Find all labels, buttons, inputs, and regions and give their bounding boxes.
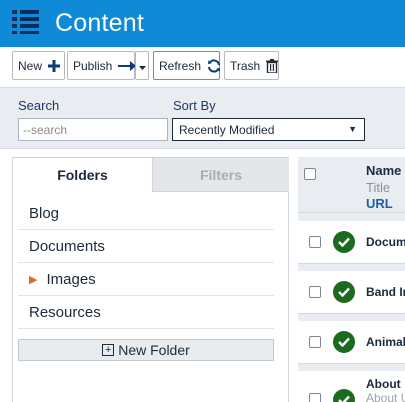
plus-icon: [48, 59, 61, 72]
row-subtitle: About U: [366, 391, 405, 402]
trash-button[interactable]: Trash: [224, 51, 279, 80]
search-input[interactable]: [18, 118, 168, 141]
refresh-label: Refresh: [159, 58, 202, 73]
table-row[interactable]: Docum: [298, 221, 405, 264]
published-check-icon: [333, 331, 355, 353]
filter-bar: Search Sort By Recently Modified ▼: [0, 87, 405, 149]
publish-button[interactable]: Publish: [67, 51, 137, 80]
publish-dropdown-button[interactable]: [135, 51, 149, 80]
column-header-url[interactable]: URL: [366, 196, 393, 211]
content-table: Name Title URL Docum Band In Animal Abou…: [298, 157, 405, 402]
plus-square-icon: +: [102, 344, 115, 356]
folder-item-blog[interactable]: Blog: [18, 198, 274, 230]
sort-label: Sort By: [173, 98, 216, 113]
row-title[interactable]: Animal: [366, 335, 405, 349]
list-menu-icon[interactable]: [12, 10, 39, 34]
folders-panel: Folders Filters Blog Documents ▶ Images …: [12, 157, 289, 402]
folder-label: Documents: [29, 238, 105, 255]
folder-item-images[interactable]: ▶ Images: [18, 264, 274, 296]
toolbar: New Publish Refresh Trash: [0, 47, 405, 87]
trash-icon: [266, 58, 279, 73]
published-check-icon: [333, 281, 355, 303]
tab-folders[interactable]: Folders: [13, 158, 152, 192]
new-button[interactable]: New: [12, 51, 65, 80]
published-check-icon: [333, 389, 355, 402]
caret-down-icon: ▼: [348, 124, 357, 134]
row-title[interactable]: Docum: [366, 235, 405, 249]
sort-select[interactable]: Recently Modified ▼: [172, 118, 365, 141]
folder-item-resources[interactable]: Resources: [18, 297, 274, 329]
refresh-icon: [207, 58, 221, 73]
refresh-button[interactable]: Refresh: [153, 51, 221, 80]
select-all-checkbox[interactable]: [304, 168, 316, 180]
sort-value: Recently Modified: [179, 123, 275, 137]
published-check-icon: [333, 231, 355, 253]
publish-label: Publish: [73, 58, 113, 73]
row-title[interactable]: About: [366, 377, 401, 391]
table-row[interactable]: Band In: [298, 271, 405, 314]
table-header: Name Title URL: [298, 157, 405, 213]
row-checkbox[interactable]: [309, 236, 321, 248]
column-header-title[interactable]: Title: [366, 180, 390, 195]
column-header-name[interactable]: Name: [366, 163, 401, 178]
page-title: Content: [55, 9, 144, 37]
row-checkbox[interactable]: [309, 336, 321, 348]
folder-label: Blog: [29, 205, 60, 222]
folder-label: Resources: [29, 304, 101, 321]
row-title[interactable]: Band In: [366, 285, 405, 299]
search-label: Search: [18, 98, 60, 113]
new-label: New: [18, 58, 43, 73]
caret-down-icon: [138, 59, 146, 73]
expand-arrow-icon[interactable]: ▶: [29, 273, 37, 286]
new-folder-button[interactable]: + New Folder: [18, 339, 274, 361]
tab-filters[interactable]: Filters: [152, 158, 289, 192]
table-row[interactable]: Animal: [298, 321, 405, 364]
trash-label: Trash: [230, 58, 261, 73]
row-checkbox[interactable]: [309, 393, 321, 402]
folder-item-documents[interactable]: Documents: [18, 231, 274, 263]
row-checkbox[interactable]: [309, 286, 321, 298]
arrow-right-icon: [118, 60, 137, 71]
table-row[interactable]: About About U: [298, 371, 405, 402]
app-header: Content: [0, 0, 405, 47]
folder-label: Images: [46, 271, 96, 288]
new-folder-label: New Folder: [118, 342, 190, 358]
